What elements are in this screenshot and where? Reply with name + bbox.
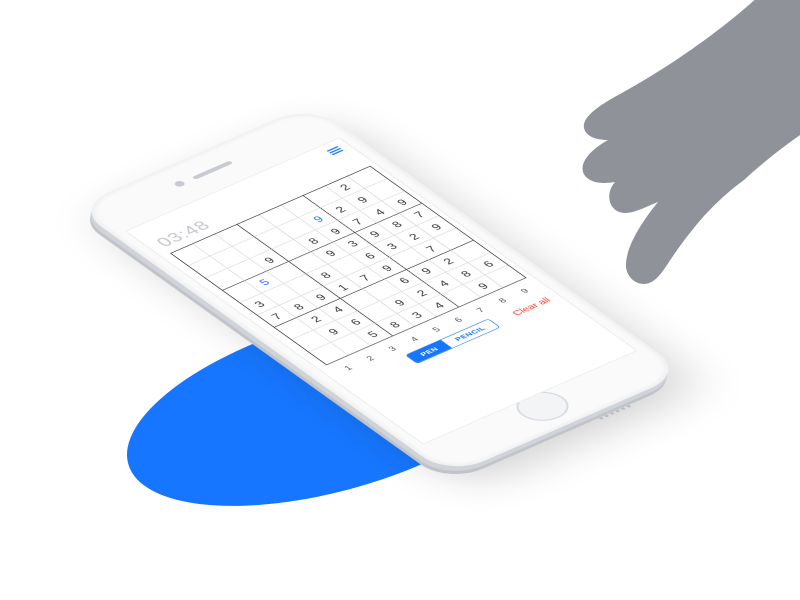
speaker-grille	[598, 405, 631, 420]
camera-dot	[173, 180, 187, 188]
menu-icon[interactable]	[326, 146, 343, 155]
speaker-slot	[192, 161, 234, 180]
